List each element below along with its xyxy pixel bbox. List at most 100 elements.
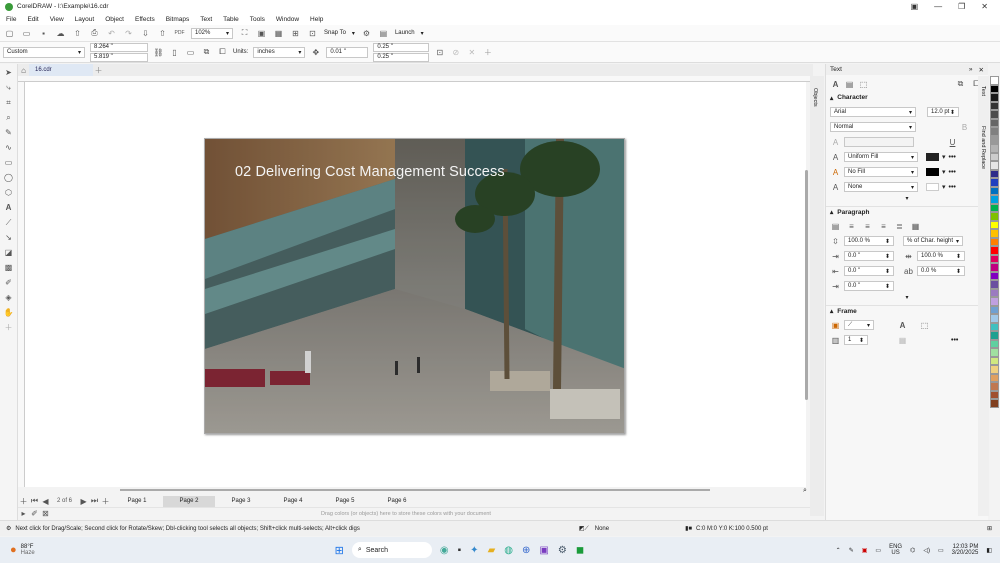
frame-fill-select[interactable]: ⟋ ▾ xyxy=(844,320,874,330)
add-icon[interactable]: ＋ xyxy=(482,47,493,58)
page-tab-1[interactable]: Page 1 xyxy=(111,496,163,507)
zoom-corner-icon[interactable]: ⌕ xyxy=(803,487,807,495)
chevron-down-icon[interactable]: ▾ xyxy=(421,30,424,37)
char-spacing-field[interactable]: 100.0 % ⬍ xyxy=(917,251,965,261)
palette-swatch[interactable] xyxy=(990,118,999,127)
rectangle-tool-icon[interactable]: ▭ xyxy=(3,157,14,168)
guidelines-icon[interactable]: ⊞ xyxy=(290,28,301,39)
objects-tab[interactable]: Objects xyxy=(812,88,818,107)
ellipse-tool-icon[interactable]: ◯ xyxy=(3,172,14,183)
palette-swatch[interactable] xyxy=(990,161,999,170)
horizontal-scrollbar[interactable] xyxy=(120,489,710,491)
duplicate-x-field[interactable]: 0.25 " xyxy=(373,42,430,52)
add-page-after-icon[interactable]: ＋ xyxy=(100,496,111,507)
options-icon[interactable]: ✕ xyxy=(466,47,477,58)
palette-swatch[interactable] xyxy=(990,144,999,153)
outline-width-swatch[interactable] xyxy=(926,183,939,191)
palette-swatch[interactable] xyxy=(990,186,999,195)
shape-tool-icon[interactable]: ⤷ xyxy=(3,82,14,93)
menu-file[interactable]: File xyxy=(6,16,16,23)
palette-swatch[interactable] xyxy=(990,254,999,263)
smart-fill-icon[interactable]: ✋ xyxy=(3,307,14,318)
parallel-dimension-icon[interactable]: ⟋ xyxy=(3,217,14,228)
menu-object[interactable]: Object xyxy=(105,16,124,23)
snap-to-dropdown[interactable]: Snap To xyxy=(324,30,346,36)
save-icon[interactable]: ▪ xyxy=(38,28,49,39)
close-docker-icon[interactable]: ✕ xyxy=(979,66,984,74)
palette-swatch[interactable] xyxy=(990,271,999,280)
palette-swatch[interactable] xyxy=(990,365,999,374)
new-document-icon[interactable]: ▢ xyxy=(4,28,15,39)
treat-as-filled-icon[interactable]: ⊡ xyxy=(434,47,445,58)
no-color-swatch-icon[interactable]: ⊠ xyxy=(40,508,51,519)
palette-swatch[interactable] xyxy=(990,314,999,323)
palette-swatch[interactable] xyxy=(990,288,999,297)
palette-swatch[interactable] xyxy=(990,373,999,382)
polygon-tool-icon[interactable]: ⬡ xyxy=(3,187,14,198)
taskbar-app-icons[interactable]: ◉ ▪ ✦ ▰ ◍ ⊕ ▣ ⚙ ◼ xyxy=(440,545,584,556)
eyedropper-small-icon[interactable]: ✐ xyxy=(29,508,40,519)
portrait-icon[interactable]: ▯ xyxy=(169,47,180,58)
freehand-tool-icon[interactable]: ✎ xyxy=(3,127,14,138)
start-button[interactable]: ⊞ xyxy=(335,544,344,557)
page-tab-3[interactable]: Page 3 xyxy=(215,496,267,507)
palette-swatch[interactable] xyxy=(990,399,999,408)
document-tab[interactable]: 16.cdr xyxy=(29,64,93,76)
transparency-icon[interactable]: ▩ xyxy=(3,262,14,273)
menu-edit[interactable]: Edit xyxy=(27,16,38,23)
page-height-field[interactable]: 5.819 " xyxy=(90,52,148,62)
add-tool-icon[interactable]: ＋ xyxy=(3,322,14,333)
columns-field[interactable]: 1 ⬍ xyxy=(844,335,868,345)
more-icon[interactable]: ••• xyxy=(949,169,956,176)
tray-app2-icon[interactable]: ▭ xyxy=(875,547,881,554)
background-fill-select[interactable]: No Fill ▾ xyxy=(844,167,918,177)
chevron-down-icon[interactable]: ▾ xyxy=(942,153,946,161)
font-size-field[interactable]: 12.0 pt ⬍ xyxy=(927,107,959,117)
gear-icon[interactable]: ⚙ xyxy=(361,28,372,39)
palette-swatch[interactable] xyxy=(990,382,999,391)
background-color-swatch[interactable] xyxy=(926,168,939,176)
palette-swatch[interactable] xyxy=(990,212,999,221)
palette-swatch[interactable] xyxy=(990,356,999,365)
menu-table[interactable]: Table xyxy=(223,16,239,23)
find-replace-tab[interactable]: Find and Replace xyxy=(980,126,986,169)
font-select[interactable]: Arial ▾ xyxy=(830,107,916,117)
palette-swatch[interactable] xyxy=(990,84,999,93)
outline-select[interactable]: None ▾ xyxy=(844,182,918,192)
crop-tool-icon[interactable]: ⌗ xyxy=(3,97,14,108)
palette-swatch[interactable] xyxy=(990,178,999,187)
palette-swatch[interactable] xyxy=(990,101,999,110)
line-spacing-field[interactable]: 100.0 % ⬍ xyxy=(844,236,894,246)
column-settings-icon[interactable]: ▦ xyxy=(897,335,908,346)
palette-swatch[interactable] xyxy=(990,169,999,178)
connector-tool-icon[interactable]: ↘ xyxy=(3,232,14,243)
new-tab-icon[interactable]: ＋ xyxy=(93,65,104,76)
align-center-icon[interactable]: ≡ xyxy=(862,221,873,232)
first-line-indent-field[interactable]: 0.0 " ⬍ xyxy=(844,251,894,261)
palette-swatch[interactable] xyxy=(990,348,999,357)
vertical-ruler[interactable] xyxy=(18,82,25,487)
word-spacing-field[interactable]: 0.0 % ⬍ xyxy=(917,266,965,276)
page-tab-6[interactable]: Page 6 xyxy=(371,496,423,507)
cloud-icon[interactable]: ☁ xyxy=(55,28,66,39)
region-code[interactable]: US xyxy=(891,550,899,556)
redo-icon[interactable]: ↷ xyxy=(123,28,134,39)
collapse-section-icon[interactable]: ▴ xyxy=(830,94,833,102)
pdf-icon[interactable]: PDF xyxy=(174,28,185,39)
text-docker-tab[interactable]: Text xyxy=(980,86,986,96)
palette-swatch[interactable] xyxy=(990,390,999,399)
undo-icon[interactable]: ↶ xyxy=(106,28,117,39)
fill-indicator-icon[interactable]: ◩⟋ xyxy=(579,525,589,533)
fill-color-swatch[interactable] xyxy=(926,153,939,161)
tray-chevron-icon[interactable]: ⌃ xyxy=(836,547,841,554)
snap-icon[interactable]: ⊡ xyxy=(307,28,318,39)
fullscreen-toggle-icon[interactable]: ⊞ xyxy=(987,525,992,532)
palette-swatch[interactable] xyxy=(990,152,999,161)
document-palette[interactable]: ▸ ✐ ⊠ Drag colors (or objects) here to s… xyxy=(18,507,813,519)
fill-type-select[interactable]: Uniform Fill ▾ xyxy=(844,152,918,162)
palette-swatch[interactable] xyxy=(990,305,999,314)
expand-character-icon[interactable]: ▾ xyxy=(826,195,988,202)
page-tab-5[interactable]: Page 5 xyxy=(319,496,371,507)
chevron-down-icon[interactable]: ▾ xyxy=(352,30,355,37)
palette-swatch[interactable] xyxy=(990,203,999,212)
